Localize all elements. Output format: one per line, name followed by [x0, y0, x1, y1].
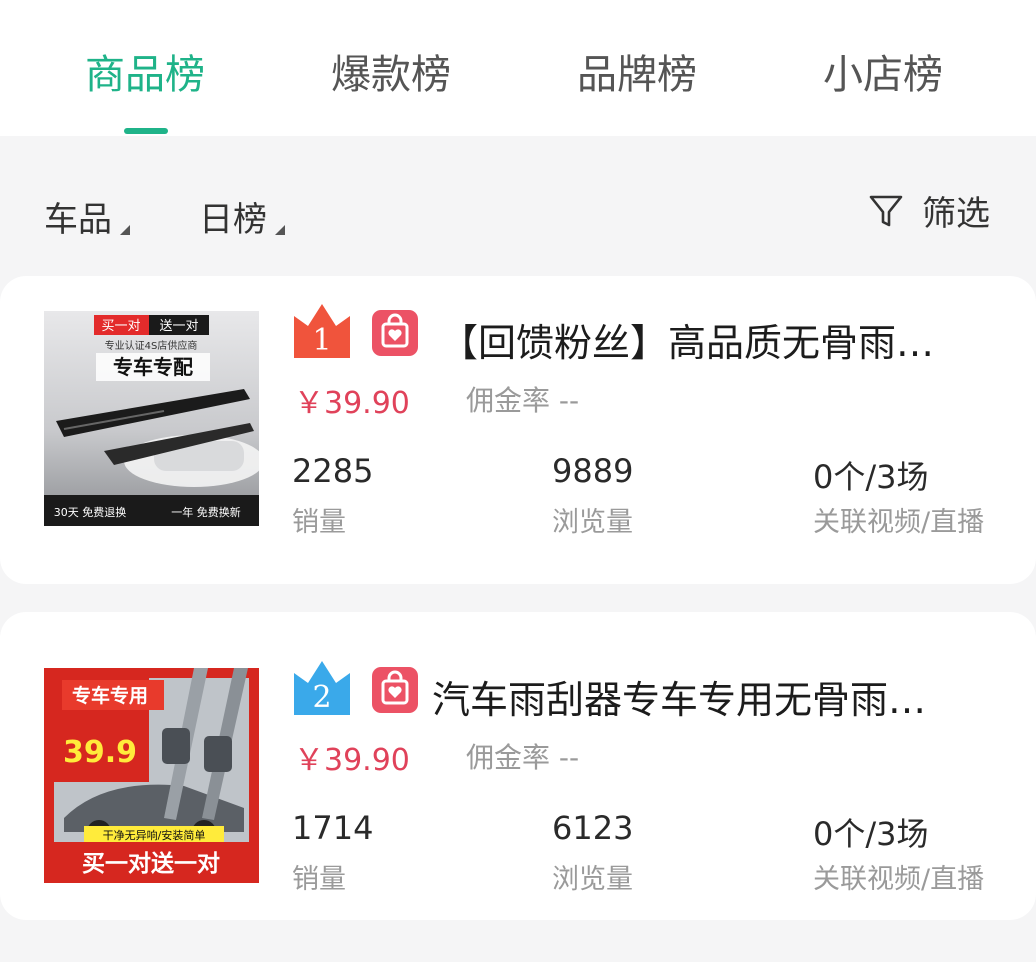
linked-label: 关联视频/直播 [813, 864, 985, 895]
product-price: ￥39.90 [294, 386, 410, 421]
period-dropdown[interactable]: 日榜 [199, 192, 285, 241]
linked-value: 0个/3场 [813, 458, 929, 496]
dropdown-triangle-icon [275, 225, 285, 235]
product-card[interactable]: 买一对 送一对 专业认证4S店供应商 专车专配 30天 免费退换 一年 免费换新… [0, 276, 1036, 584]
tab-shops[interactable]: 小店榜 [783, 42, 983, 100]
shop-bag-icon [372, 667, 418, 713]
period-dropdown-label: 日榜 [199, 200, 267, 240]
ranking-tabs: 商品榜 爆款榜 品牌榜 小店榜 [0, 0, 1036, 136]
image-badge-buy: 买一对 [101, 319, 140, 334]
sales-value: 2285 [292, 452, 374, 490]
category-dropdown[interactable]: 车品 [44, 192, 130, 241]
product-image: 专车专用 39.9 干净无异响/安装简单 买一对送一对 [44, 668, 259, 883]
views-label: 浏览量 [552, 864, 633, 895]
image-subtitle: 专业认证4S店供应商 [105, 339, 198, 352]
tab-products[interactable]: 商品榜 [45, 42, 245, 100]
commission-rate: 佣金率 -- [466, 384, 580, 417]
product-title[interactable]: 汽车雨刮器专车专用无骨雨… [432, 669, 926, 724]
product-price: ￥39.90 [294, 743, 410, 778]
sales-label: 销量 [292, 864, 346, 895]
views-value: 6123 [552, 809, 634, 847]
rank-crown-icon: 2 [292, 659, 352, 715]
image-headline: 专车专用 [72, 684, 148, 707]
tab-brands[interactable]: 品牌榜 [537, 42, 737, 100]
image-feature-strip: 干净无异响/安装简单 [103, 828, 206, 842]
category-dropdown-label: 车品 [44, 200, 112, 240]
rank-number: 1 [312, 323, 331, 358]
rank-number: 2 [312, 680, 331, 715]
image-price-tag: 39.9 [63, 735, 137, 770]
dropdown-triangle-icon [120, 225, 130, 235]
views-value: 9889 [552, 452, 634, 490]
funnel-icon [869, 195, 903, 226]
rank-crown-icon: 1 [292, 302, 352, 358]
image-promo: 买一对送一对 [82, 850, 220, 877]
linked-label: 关联视频/直播 [813, 507, 985, 538]
sales-value: 1714 [292, 809, 374, 847]
image-replace-note: 一年 免费换新 [171, 505, 241, 519]
views-label: 浏览量 [552, 507, 633, 538]
active-tab-indicator [124, 128, 168, 134]
shop-bag-icon [372, 310, 418, 356]
product-title[interactable]: 【回馈粉丝】高品质无骨雨… [440, 312, 934, 367]
filter-label: 筛选 [922, 194, 990, 234]
product-card[interactable]: 专车专用 39.9 干净无异响/安装简单 买一对送一对 2 汽车雨刮器专车专用无… [0, 612, 1036, 920]
sales-label: 销量 [292, 507, 346, 538]
product-image: 买一对 送一对 专业认证4S店供应商 专车专配 30天 免费退换 一年 免费换新 [44, 311, 259, 526]
linked-value: 0个/3场 [813, 815, 929, 853]
tab-hot-items[interactable]: 爆款榜 [291, 42, 491, 100]
commission-rate: 佣金率 -- [466, 741, 580, 774]
filter-button[interactable]: 筛选 [868, 186, 990, 235]
image-badge-gift: 送一对 [159, 319, 198, 334]
image-headline: 专车专配 [113, 355, 193, 379]
image-return-note: 30天 免费退换 [54, 505, 127, 519]
